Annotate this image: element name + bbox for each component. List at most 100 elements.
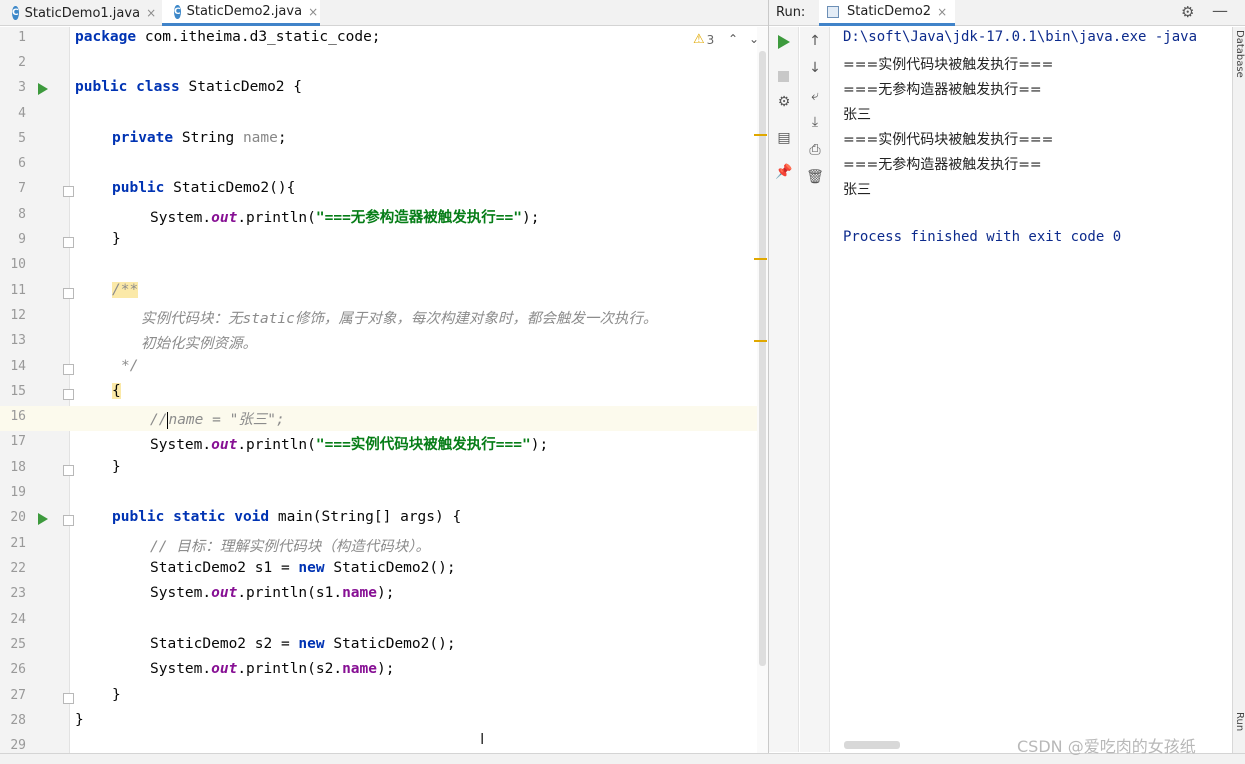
run-gutter-icon[interactable] [38, 83, 48, 95]
code-line[interactable]: 17 System.out.println("===实例代码块被触发执行==="… [0, 431, 768, 456]
code-line[interactable]: 21 // 目标：理解实例代码块（构造代码块）。 [0, 533, 768, 558]
layout-icon[interactable]: ▤ [769, 130, 799, 146]
code-line[interactable]: 19 [0, 482, 768, 507]
soft-wrap-icon[interactable]: ⤶ [800, 88, 830, 104]
line-comment: // 目标：理解实例代码块（构造代码块）。 [150, 539, 430, 555]
code-line[interactable]: 8 System.out.println("===无参构造器被触发执行=="); [0, 204, 768, 229]
code-line[interactable]: 15 { [0, 381, 768, 406]
trash-icon[interactable]: 🗑 [800, 169, 830, 185]
fold-icon[interactable] [63, 288, 74, 299]
line-number: 10 [10, 257, 26, 272]
close-icon[interactable]: × [146, 6, 156, 20]
mouse-ibeam-cursor: I [480, 730, 485, 748]
close-icon[interactable]: × [937, 5, 947, 19]
code-token: .println( [237, 437, 316, 453]
line-number: 18 [10, 460, 26, 475]
fold-icon[interactable] [63, 465, 74, 476]
code-line[interactable]: 25 StaticDemo2 s2 = new StaticDemo2(); [0, 634, 768, 659]
static-field: out [211, 210, 238, 226]
code-line[interactable]: 5 private String name; [0, 128, 768, 153]
fold-icon[interactable] [63, 693, 74, 704]
code-token: System. [150, 210, 212, 226]
warning-stripe-marker[interactable] [754, 134, 767, 136]
rerun-icon[interactable] [778, 35, 790, 49]
code-text: public StaticDemo2(){ [112, 180, 295, 196]
console-line: ===实例代码块被触发执行=== [843, 57, 1054, 73]
run-toolbar-right: ↑ ↓ ⤶ ⤓ ⎙ 🗑 [800, 27, 830, 752]
console-line: 张三 [843, 107, 871, 123]
code-line[interactable]: 11 /** [0, 280, 768, 305]
warning-stripe-marker[interactable] [754, 340, 767, 342]
code-line[interactable]: 4 [0, 103, 768, 128]
console-icon [827, 5, 839, 18]
code-line[interactable]: 29 [0, 735, 768, 753]
scroll-to-end-icon[interactable]: ⤓ [800, 114, 830, 130]
code-line[interactable]: 13 初始化实例资源。 [0, 330, 768, 355]
code-line[interactable]: 1 package com.itheima.d3_static_code; [0, 27, 768, 52]
code-text: private String name; [112, 130, 287, 146]
debug-restore-icon[interactable]: ⚙ [769, 94, 799, 110]
code-line[interactable]: 22 StaticDemo2 s1 = new StaticDemo2(); [0, 558, 768, 583]
line-number: 16 [10, 409, 26, 424]
static-field: out [211, 437, 238, 453]
code-token: StaticDemo2(); [324, 636, 456, 652]
keyword: new [298, 636, 325, 652]
code-token: String [173, 130, 243, 146]
code-line[interactable]: 6 [0, 153, 768, 178]
code-line[interactable]: 7 public StaticDemo2(){ [0, 178, 768, 203]
code-token: StaticDemo2(){ [164, 180, 296, 196]
code-line[interactable]: 14 */ [0, 356, 768, 381]
fold-icon[interactable] [63, 364, 74, 375]
line-comment: //name = "张三"; [150, 408, 285, 429]
code-line[interactable]: 10 [0, 254, 768, 279]
line-number: 27 [10, 688, 26, 703]
console-line: ===无参构造器被触发执行== [843, 157, 1042, 173]
run-gutter-icon[interactable] [38, 513, 48, 525]
fold-icon[interactable] [63, 515, 74, 526]
code-line[interactable]: 2 [0, 52, 768, 77]
pin-icon[interactable]: 📌 [769, 164, 799, 180]
database-tool-button[interactable]: Database [1234, 30, 1245, 78]
run-tool-button[interactable]: Run [1234, 712, 1245, 731]
line-number: 2 [18, 55, 26, 70]
scrollbar-thumb[interactable] [759, 51, 766, 666]
minimize-icon[interactable]: — [1212, 1, 1228, 20]
code-line[interactable]: 9 } [0, 229, 768, 254]
run-tab-staticdemo2[interactable]: StaticDemo2 × [819, 0, 956, 26]
arrow-up-icon[interactable]: ↑ [800, 33, 830, 49]
stop-icon[interactable] [778, 71, 789, 82]
code-line[interactable]: 26 System.out.println(s2.name); [0, 659, 768, 684]
fold-icon[interactable] [63, 389, 74, 400]
code-line[interactable]: 27 } [0, 685, 768, 710]
code-line-current[interactable]: 16 //name = "张三"; [0, 406, 768, 431]
console-line: 张三 [843, 182, 871, 198]
comment-text: name = "张三"; [168, 412, 285, 428]
fold-icon[interactable] [63, 186, 74, 197]
print-icon[interactable]: ⎙ [800, 142, 830, 158]
code-token: StaticDemo2 { [179, 79, 302, 95]
code-line[interactable]: 28 } [0, 710, 768, 735]
run-toolbar-left: ⚙ ▤ 📌 [769, 27, 799, 752]
warning-stripe-marker[interactable] [754, 258, 767, 260]
run-tab-label: StaticDemo2 [847, 4, 932, 19]
code-token: System. [150, 585, 212, 601]
string-literal: "===实例代码块被触发执行===" [315, 437, 531, 453]
gear-icon[interactable]: ⚙ [1181, 3, 1194, 21]
console-horizontal-scrollbar[interactable] [844, 741, 900, 749]
line-number: 15 [10, 384, 26, 399]
code-text: StaticDemo2 s1 = new StaticDemo2(); [150, 560, 456, 576]
code-line[interactable]: 20 public static void main(String[] args… [0, 507, 768, 532]
tab-staticdemo2[interactable]: C StaticDemo2.java × [162, 0, 320, 26]
code-line[interactable]: 18 } [0, 457, 768, 482]
arrow-down-icon[interactable]: ↓ [800, 60, 830, 76]
fold-icon[interactable] [63, 237, 74, 248]
code-line[interactable]: 3 public class StaticDemo2 { [0, 77, 768, 102]
close-icon[interactable]: × [308, 5, 318, 19]
code-text: System.out.println(s1.name); [150, 585, 394, 601]
code-line[interactable]: 12 实例代码块：无static修饰，属于对象，每次构建对象时，都会触发一次执行… [0, 305, 768, 330]
code-token: StaticDemo2(); [324, 560, 456, 576]
doc-comment: 初始化实例资源。 [141, 336, 257, 352]
code-line[interactable]: 24 [0, 609, 768, 634]
tab-staticdemo1[interactable]: C StaticDemo1.java × [0, 0, 160, 26]
code-line[interactable]: 23 System.out.println(s1.name); [0, 583, 768, 608]
